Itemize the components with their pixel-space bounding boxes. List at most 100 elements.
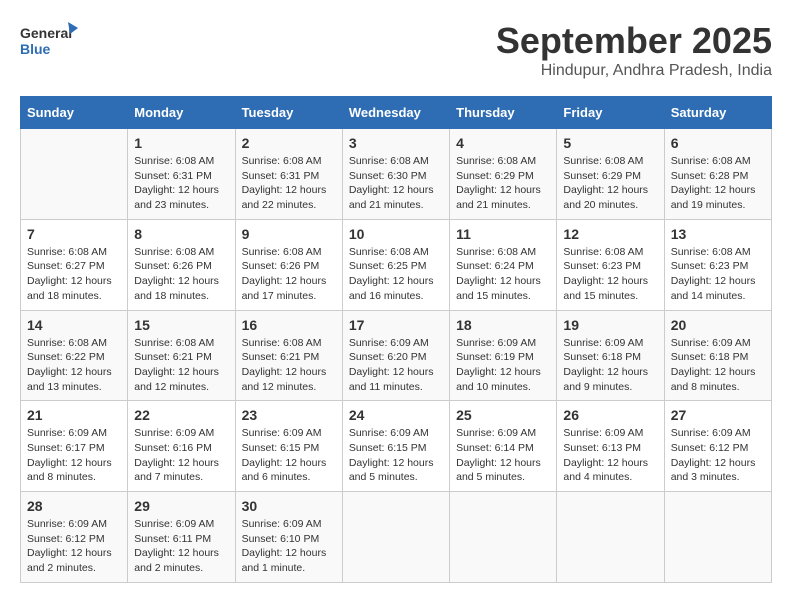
week-row-3: 14 Sunrise: 6:08 AM Sunset: 6:22 PM Dayli… — [21, 310, 772, 401]
logo-svg: GeneralBlue — [20, 20, 80, 60]
day-info: Sunrise: 6:09 AM Sunset: 6:10 PM Dayligh… — [242, 517, 336, 576]
day-info: Sunrise: 6:08 AM Sunset: 6:24 PM Dayligh… — [456, 245, 550, 304]
calendar-cell: 3 Sunrise: 6:08 AM Sunset: 6:30 PM Daylig… — [342, 129, 449, 220]
calendar-cell: 19Sunrise: 6:09 AM Sunset: 6:18 PM Dayli… — [557, 310, 664, 401]
calendar-cell: 11 Sunrise: 6:08 AM Sunset: 6:24 PM Dayli… — [450, 219, 557, 310]
day-number: 2 — [242, 135, 336, 151]
day-info: Sunrise: 6:08 AM Sunset: 6:27 PM Dayligh… — [27, 245, 121, 304]
day-info: Sunrise: 6:08 AM Sunset: 6:23 PM Dayligh… — [563, 245, 657, 304]
day-info: Sunrise: 6:08 AM Sunset: 6:21 PM Dayligh… — [242, 336, 336, 395]
calendar-table: SundayMondayTuesdayWednesdayThursdayFrid… — [20, 96, 772, 583]
day-info: Sunrise: 6:08 AM Sunset: 6:31 PM Dayligh… — [242, 154, 336, 213]
calendar-cell: 20Sunrise: 6:09 AM Sunset: 6:18 PM Dayli… — [664, 310, 771, 401]
calendar-cell: 21Sunrise: 6:09 AM Sunset: 6:17 PM Dayli… — [21, 401, 128, 492]
calendar-cell: 26Sunrise: 6:09 AM Sunset: 6:13 PM Dayli… — [557, 401, 664, 492]
calendar-cell: 1 Sunrise: 6:08 AM Sunset: 6:31 PM Daylig… — [128, 129, 235, 220]
calendar-cell: 22Sunrise: 6:09 AM Sunset: 6:16 PM Dayli… — [128, 401, 235, 492]
calendar-cell — [450, 492, 557, 583]
calendar-cell: 30Sunrise: 6:09 AM Sunset: 6:10 PM Dayli… — [235, 492, 342, 583]
header-row: SundayMondayTuesdayWednesdayThursdayFrid… — [21, 97, 772, 129]
week-row-1: 1 Sunrise: 6:08 AM Sunset: 6:31 PM Daylig… — [21, 129, 772, 220]
day-info: Sunrise: 6:09 AM Sunset: 6:19 PM Dayligh… — [456, 336, 550, 395]
day-number: 25 — [456, 407, 550, 423]
day-info: Sunrise: 6:08 AM Sunset: 6:26 PM Dayligh… — [242, 245, 336, 304]
day-info: Sunrise: 6:09 AM Sunset: 6:11 PM Dayligh… — [134, 517, 228, 576]
day-info: Sunrise: 6:09 AM Sunset: 6:15 PM Dayligh… — [242, 426, 336, 485]
day-info: Sunrise: 6:08 AM Sunset: 6:26 PM Dayligh… — [134, 245, 228, 304]
day-number: 11 — [456, 226, 550, 242]
week-row-4: 21Sunrise: 6:09 AM Sunset: 6:17 PM Dayli… — [21, 401, 772, 492]
day-number: 14 — [27, 317, 121, 333]
calendar-cell: 24Sunrise: 6:09 AM Sunset: 6:15 PM Dayli… — [342, 401, 449, 492]
day-number: 15 — [134, 317, 228, 333]
day-info: Sunrise: 6:08 AM Sunset: 6:31 PM Dayligh… — [134, 154, 228, 213]
day-number: 1 — [134, 135, 228, 151]
day-number: 10 — [349, 226, 443, 242]
calendar-cell — [664, 492, 771, 583]
day-info: Sunrise: 6:09 AM Sunset: 6:12 PM Dayligh… — [27, 517, 121, 576]
header-saturday: Saturday — [664, 97, 771, 129]
day-number: 16 — [242, 317, 336, 333]
day-number: 13 — [671, 226, 765, 242]
day-info: Sunrise: 6:08 AM Sunset: 6:28 PM Dayligh… — [671, 154, 765, 213]
calendar-cell: 10 Sunrise: 6:08 AM Sunset: 6:25 PM Dayli… — [342, 219, 449, 310]
day-number: 21 — [27, 407, 121, 423]
day-info: Sunrise: 6:08 AM Sunset: 6:29 PM Dayligh… — [456, 154, 550, 213]
calendar-cell: 25 Sunrise: 6:09 AM Sunset: 6:14 PM Dayli… — [450, 401, 557, 492]
day-number: 8 — [134, 226, 228, 242]
day-info: Sunrise: 6:08 AM Sunset: 6:30 PM Dayligh… — [349, 154, 443, 213]
week-row-5: 28 Sunrise: 6:09 AM Sunset: 6:12 PM Dayli… — [21, 492, 772, 583]
calendar-cell: 14 Sunrise: 6:08 AM Sunset: 6:22 PM Dayli… — [21, 310, 128, 401]
calendar-cell: 29 Sunrise: 6:09 AM Sunset: 6:11 PM Dayli… — [128, 492, 235, 583]
calendar-cell: 12 Sunrise: 6:08 AM Sunset: 6:23 PM Dayli… — [557, 219, 664, 310]
day-info: Sunrise: 6:08 AM Sunset: 6:22 PM Dayligh… — [27, 336, 121, 395]
header-tuesday: Tuesday — [235, 97, 342, 129]
day-number: 20 — [671, 317, 765, 333]
day-info: Sunrise: 6:09 AM Sunset: 6:16 PM Dayligh… — [134, 426, 228, 485]
calendar-cell: 27Sunrise: 6:09 AM Sunset: 6:12 PM Dayli… — [664, 401, 771, 492]
month-title: September 2025 — [496, 20, 772, 62]
title-area: September 2025 Hindupur, Andhra Pradesh,… — [496, 20, 772, 80]
header-wednesday: Wednesday — [342, 97, 449, 129]
calendar-cell: 15Sunrise: 6:08 AM Sunset: 6:21 PM Dayli… — [128, 310, 235, 401]
day-number: 17 — [349, 317, 443, 333]
day-info: Sunrise: 6:09 AM Sunset: 6:20 PM Dayligh… — [349, 336, 443, 395]
header-thursday: Thursday — [450, 97, 557, 129]
day-number: 28 — [27, 498, 121, 514]
calendar-cell: 7 Sunrise: 6:08 AM Sunset: 6:27 PM Daylig… — [21, 219, 128, 310]
day-info: Sunrise: 6:08 AM Sunset: 6:25 PM Dayligh… — [349, 245, 443, 304]
day-info: Sunrise: 6:09 AM Sunset: 6:13 PM Dayligh… — [563, 426, 657, 485]
week-row-2: 7 Sunrise: 6:08 AM Sunset: 6:27 PM Daylig… — [21, 219, 772, 310]
calendar-cell: 4 Sunrise: 6:08 AM Sunset: 6:29 PM Daylig… — [450, 129, 557, 220]
calendar-cell: 18 Sunrise: 6:09 AM Sunset: 6:19 PM Dayli… — [450, 310, 557, 401]
day-number: 18 — [456, 317, 550, 333]
day-number: 5 — [563, 135, 657, 151]
day-number: 23 — [242, 407, 336, 423]
day-number: 3 — [349, 135, 443, 151]
calendar-cell: 23 Sunrise: 6:09 AM Sunset: 6:15 PM Dayli… — [235, 401, 342, 492]
day-number: 4 — [456, 135, 550, 151]
calendar-cell — [557, 492, 664, 583]
header-sunday: Sunday — [21, 97, 128, 129]
calendar-cell: 28 Sunrise: 6:09 AM Sunset: 6:12 PM Dayli… — [21, 492, 128, 583]
header-friday: Friday — [557, 97, 664, 129]
day-info: Sunrise: 6:09 AM Sunset: 6:14 PM Dayligh… — [456, 426, 550, 485]
svg-text:General: General — [20, 25, 72, 41]
calendar-cell: 13Sunrise: 6:08 AM Sunset: 6:23 PM Dayli… — [664, 219, 771, 310]
day-info: Sunrise: 6:08 AM Sunset: 6:29 PM Dayligh… — [563, 154, 657, 213]
calendar-cell — [342, 492, 449, 583]
day-info: Sunrise: 6:09 AM Sunset: 6:12 PM Dayligh… — [671, 426, 765, 485]
location: Hindupur, Andhra Pradesh, India — [496, 62, 772, 80]
day-number: 29 — [134, 498, 228, 514]
day-info: Sunrise: 6:09 AM Sunset: 6:18 PM Dayligh… — [563, 336, 657, 395]
calendar-cell: 8 Sunrise: 6:08 AM Sunset: 6:26 PM Daylig… — [128, 219, 235, 310]
day-number: 12 — [563, 226, 657, 242]
calendar-cell: 2 Sunrise: 6:08 AM Sunset: 6:31 PM Daylig… — [235, 129, 342, 220]
calendar-cell: 16 Sunrise: 6:08 AM Sunset: 6:21 PM Dayli… — [235, 310, 342, 401]
day-number: 9 — [242, 226, 336, 242]
header-monday: Monday — [128, 97, 235, 129]
calendar-cell — [21, 129, 128, 220]
header: GeneralBlue September 2025 Hindupur, And… — [20, 20, 772, 80]
day-number: 7 — [27, 226, 121, 242]
day-number: 6 — [671, 135, 765, 151]
